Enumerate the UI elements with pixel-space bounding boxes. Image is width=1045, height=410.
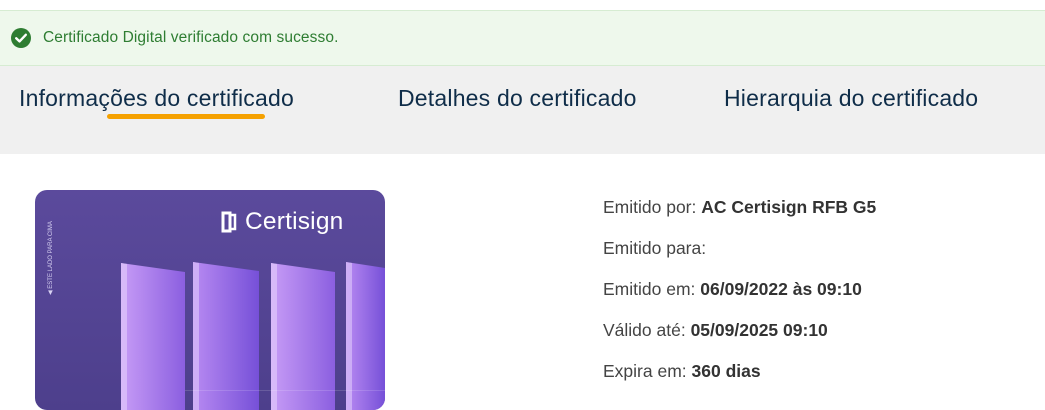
issued-on-row: Emitido em: 06/09/2022 às 09:10 bbox=[603, 279, 862, 300]
issued-by-row: Emitido por: AC Certisign RFB G5 bbox=[603, 197, 876, 218]
certificate-tabs: Informações do certificado Detalhes do c… bbox=[0, 66, 1045, 154]
card-side-text: ◀ ESTE LADO PARA CIMA bbox=[48, 221, 54, 295]
valid-until-value: 05/09/2025 09:10 bbox=[690, 320, 828, 340]
card-brand-name: Certisign bbox=[245, 208, 344, 235]
tab-detalhes[interactable]: Detalhes do certificado bbox=[398, 85, 637, 112]
valid-until-row: Válido até: 05/09/2025 09:10 bbox=[603, 320, 828, 341]
tab-hierarquia[interactable]: Hierarquia do certificado bbox=[724, 85, 978, 112]
certisign-logo-icon bbox=[221, 211, 237, 233]
expires-in-row: Expira em: 360 dias bbox=[603, 361, 761, 382]
top-strip bbox=[0, 0, 1045, 10]
issued-by-label: Emitido por: bbox=[603, 197, 697, 217]
issued-by-value: AC Certisign RFB G5 bbox=[701, 197, 877, 217]
certificate-card-image: Certisign ◀ ESTE LADO PARA CIMA bbox=[35, 190, 385, 410]
check-circle-icon bbox=[11, 28, 31, 48]
expires-in-label: Expira em: bbox=[603, 361, 687, 381]
issued-on-value: 06/09/2022 às 09:10 bbox=[700, 279, 862, 299]
issued-on-label: Emitido em: bbox=[603, 279, 696, 299]
certisign-logo: Certisign bbox=[221, 208, 343, 236]
success-alert: Certificado Digital verificado com suces… bbox=[0, 10, 1045, 66]
tab-informacoes[interactable]: Informações do certificado bbox=[19, 85, 294, 112]
alert-message: Certificado Digital verificado com suces… bbox=[43, 29, 339, 46]
certificate-info-panel: Certisign ◀ ESTE LADO PARA CIMA Emitido … bbox=[0, 154, 1045, 410]
issued-to-label: Emitido para: bbox=[603, 238, 707, 258]
expires-in-value: 360 dias bbox=[691, 361, 761, 381]
valid-until-label: Válido até: bbox=[603, 320, 686, 340]
issued-to-row: Emitido para: bbox=[603, 238, 706, 259]
active-tab-indicator bbox=[107, 114, 265, 119]
